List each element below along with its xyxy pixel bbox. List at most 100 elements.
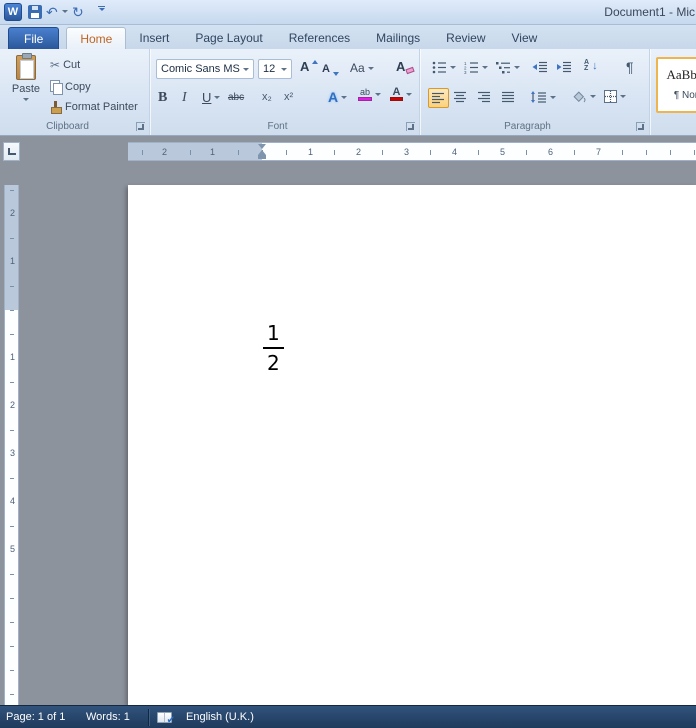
cut-label: Cut	[63, 59, 80, 71]
increase-indent-icon	[556, 61, 572, 73]
format-painter-button[interactable]: Format Painter	[50, 101, 138, 113]
highlight-letters: ab	[360, 87, 370, 97]
shading-button[interactable]	[572, 90, 596, 103]
subscript-button[interactable]: x₂	[262, 91, 272, 103]
scissors-icon: ✂	[50, 59, 60, 71]
font-color-bar	[390, 97, 403, 101]
paragraph-dialog-launcher[interactable]	[636, 122, 645, 131]
clear-formatting-button[interactable]: A	[396, 60, 414, 74]
style-preview-text: AaBbC	[658, 67, 696, 83]
word-count[interactable]: Words: 1	[86, 706, 130, 728]
multilevel-list-icon	[496, 61, 511, 74]
font-size-combo[interactable]: 12	[258, 59, 292, 79]
first-line-indent-marker[interactable]	[258, 144, 266, 149]
font-color-letter: A	[393, 87, 401, 97]
page-indicator[interactable]: Page: 1 of 1	[6, 706, 65, 728]
align-right-button[interactable]	[478, 91, 491, 103]
paste-dropdown-arrow	[23, 98, 29, 101]
align-right-icon	[478, 91, 491, 103]
tab-page-layout[interactable]: Page Layout	[182, 27, 275, 49]
underline-letter: U	[202, 90, 211, 105]
bullets-icon	[432, 61, 447, 74]
bold-letter: B	[158, 90, 167, 106]
clear-formatting-letter: A	[396, 60, 405, 74]
copy-button[interactable]: Copy	[50, 80, 91, 93]
word-app-icon[interactable]: W	[4, 3, 22, 21]
cut-button[interactable]: ✂ Cut	[50, 59, 80, 71]
font-name-value: Comic Sans MS	[161, 63, 240, 75]
grow-font-button[interactable]: A	[300, 60, 318, 74]
style-normal-button[interactable]: AaBbC ¶ Nor	[656, 57, 696, 113]
group-paragraph: 123 AZ ↓ ¶	[420, 49, 650, 135]
quick-access-toolbar-menu-button[interactable]	[98, 6, 105, 11]
tab-mailings[interactable]: Mailings	[363, 27, 433, 49]
redo-button[interactable]: ↻	[72, 3, 84, 21]
ruler-number: 4	[451, 148, 458, 157]
numbering-button[interactable]: 123	[464, 61, 488, 74]
font-name-combo[interactable]: Comic Sans MS	[156, 59, 254, 79]
check-icon: ✔	[167, 716, 175, 726]
decrease-indent-button[interactable]	[532, 61, 548, 73]
text-effects-button[interactable]: A	[328, 89, 347, 105]
language-indicator[interactable]: English (U.K.)	[186, 706, 254, 728]
superscript-button[interactable]: x²	[284, 91, 293, 103]
align-left-button[interactable]	[428, 88, 449, 108]
sort-button[interactable]: AZ ↓	[584, 60, 598, 72]
increase-indent-button[interactable]	[556, 61, 572, 73]
tab-insert[interactable]: Insert	[126, 27, 182, 49]
spellcheck-icon[interactable]: ✔	[157, 712, 172, 723]
borders-button[interactable]	[604, 90, 626, 103]
bullets-button[interactable]	[432, 61, 456, 74]
align-center-button[interactable]	[454, 91, 467, 103]
group-styles: AaBbC ¶ Nor	[650, 49, 696, 135]
format-painter-icon	[50, 101, 62, 113]
font-color-button[interactable]: A	[390, 87, 412, 101]
vertical-ruler: 2 1 1 2 3 4 5	[4, 185, 19, 705]
svg-text:3: 3	[464, 70, 467, 74]
change-case-button[interactable]: Aa	[350, 61, 374, 75]
strikethrough-button[interactable]: abc	[228, 92, 244, 103]
tab-selector-button[interactable]	[3, 142, 20, 161]
undo-icon: ↶	[46, 4, 58, 21]
ruler-number: 5	[499, 148, 506, 157]
word-window: W ↶ ↻ Document1 - Mic File Home Insert P…	[0, 0, 696, 728]
ruler-number: 2	[161, 148, 168, 157]
align-center-icon	[454, 91, 467, 103]
underline-button[interactable]: U	[202, 90, 220, 105]
eraser-icon	[406, 67, 415, 74]
bold-button[interactable]: B	[158, 90, 167, 106]
shrink-font-letter: A	[322, 62, 330, 76]
redo-icon: ↻	[72, 4, 84, 21]
clipboard-dialog-launcher[interactable]	[136, 122, 145, 131]
document-page[interactable]: 1 2	[128, 185, 696, 705]
justify-button[interactable]	[502, 91, 515, 103]
tab-review[interactable]: Review	[433, 27, 498, 49]
font-dialog-launcher[interactable]	[406, 122, 415, 131]
show-hide-pilcrow-button[interactable]: ¶	[626, 60, 634, 74]
text-highlight-color-button[interactable]: ab	[358, 87, 381, 101]
italic-button[interactable]: I	[182, 90, 187, 106]
line-spacing-icon	[530, 91, 547, 103]
left-tab-icon	[8, 148, 16, 155]
ruler-number: 2	[9, 401, 16, 410]
group-clipboard: Paste ✂ Cut Copy Format Painter Clipboar…	[0, 49, 150, 135]
shrink-font-button[interactable]: A	[322, 62, 339, 76]
ribbon-tab-row: File Home Insert Page Layout References …	[0, 25, 696, 49]
save-icon[interactable]	[28, 5, 42, 19]
multilevel-list-button[interactable]	[496, 61, 520, 74]
line-spacing-button[interactable]	[530, 91, 556, 103]
paste-button[interactable]: Paste	[6, 55, 46, 101]
left-indent-marker[interactable]	[258, 155, 266, 159]
tab-file[interactable]: File	[8, 27, 59, 49]
tab-references[interactable]: References	[276, 27, 363, 49]
change-case-letters: Aa	[350, 61, 365, 75]
ruler-number: 3	[403, 148, 410, 157]
tab-home[interactable]: Home	[66, 27, 126, 49]
horizontal-ruler: 2 1 1 2 3 4 5 6 7	[128, 142, 696, 161]
text-effects-letter: A	[328, 89, 338, 105]
tab-view[interactable]: View	[499, 27, 551, 49]
paste-clipboard-icon	[16, 55, 36, 80]
undo-button[interactable]: ↶	[46, 3, 58, 21]
copy-label: Copy	[65, 81, 91, 93]
undo-dropdown-arrow[interactable]	[62, 10, 68, 13]
